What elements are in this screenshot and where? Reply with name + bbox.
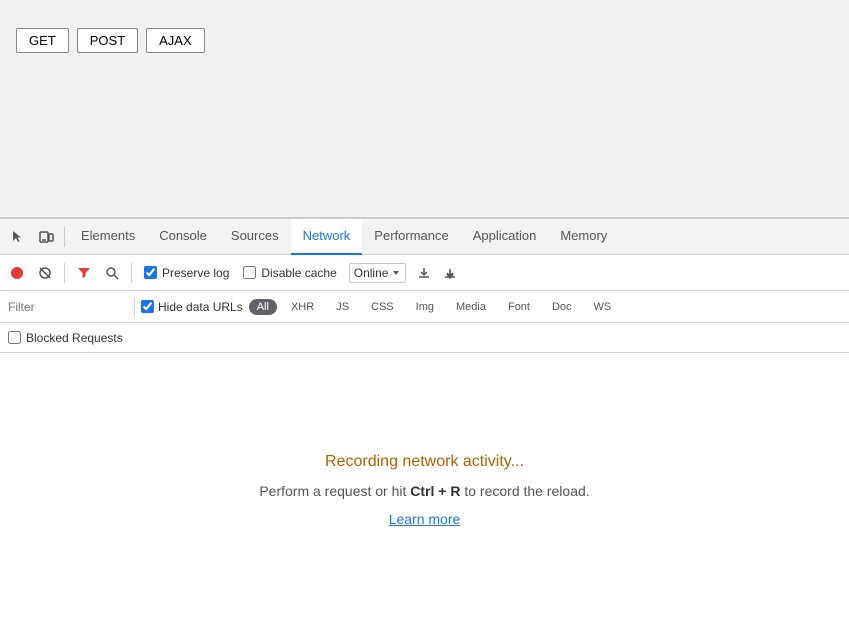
import-har-button[interactable]: [412, 261, 436, 285]
post-button[interactable]: POST: [77, 28, 138, 53]
filter-chip-doc[interactable]: Doc: [544, 299, 580, 315]
tab-performance[interactable]: Performance: [362, 219, 460, 255]
filter-chip-media[interactable]: Media: [448, 299, 494, 315]
filter-chip-all[interactable]: All: [249, 299, 277, 315]
blocked-requests-checkbox[interactable]: [8, 331, 21, 344]
blocked-requests-label[interactable]: Blocked Requests: [8, 331, 123, 345]
filter-divider: [134, 297, 135, 317]
clear-button[interactable]: [32, 260, 58, 286]
filter-row: Hide data URLs All XHR JS CSS Img Media …: [0, 291, 849, 323]
blocked-row: Blocked Requests: [0, 323, 849, 353]
cursor-icon[interactable]: [4, 219, 32, 255]
request-buttons-container: GET POST AJAX: [16, 28, 205, 53]
preserve-log-label[interactable]: Preserve log: [144, 266, 229, 280]
filter-input[interactable]: [8, 300, 128, 314]
get-button[interactable]: GET: [16, 28, 69, 53]
toolbar-divider-1: [64, 263, 65, 283]
filter-chip-xhr[interactable]: XHR: [283, 299, 322, 315]
browser-top-area: GET POST AJAX: [0, 0, 849, 218]
filter-chip-font[interactable]: Font: [500, 299, 538, 315]
tab-console[interactable]: Console: [147, 219, 219, 255]
preserve-log-checkbox[interactable]: [144, 266, 157, 279]
main-content: Recording network activity... Perform a …: [0, 353, 849, 627]
hide-data-urls-checkbox[interactable]: [141, 300, 154, 313]
learn-more-link[interactable]: Learn more: [389, 511, 461, 527]
device-icon[interactable]: [32, 219, 60, 255]
tab-network[interactable]: Network: [291, 219, 363, 255]
filter-chip-css[interactable]: CSS: [363, 299, 402, 315]
record-button[interactable]: [4, 260, 30, 286]
disable-cache-label[interactable]: Disable cache: [243, 266, 336, 280]
tabs-row: Elements Console Sources Network Perform…: [0, 219, 849, 255]
filter-chip-img[interactable]: Img: [408, 299, 442, 315]
toolbar-row: Preserve log Disable cache Online: [0, 255, 849, 291]
ajax-button[interactable]: AJAX: [146, 28, 205, 53]
disable-cache-checkbox[interactable]: [243, 266, 256, 279]
tab-divider: [64, 227, 65, 247]
tab-sources[interactable]: Sources: [219, 219, 291, 255]
devtools-panel: Elements Console Sources Network Perform…: [0, 218, 849, 627]
filter-chip-js[interactable]: JS: [328, 299, 357, 315]
toolbar-divider-2: [131, 263, 132, 283]
filter-button[interactable]: [71, 260, 97, 286]
search-button[interactable]: [99, 260, 125, 286]
hide-data-urls-label[interactable]: Hide data URLs: [141, 300, 243, 314]
tab-elements[interactable]: Elements: [69, 219, 147, 255]
recording-text: Recording network activity...: [325, 453, 524, 471]
tab-memory[interactable]: Memory: [548, 219, 619, 255]
tab-application[interactable]: Application: [461, 219, 549, 255]
filter-chip-ws[interactable]: WS: [586, 299, 620, 315]
perform-text: Perform a request or hit Ctrl + R to rec…: [259, 483, 589, 499]
network-throttle-select[interactable]: Online: [349, 263, 407, 283]
export-har-button[interactable]: [438, 261, 462, 285]
